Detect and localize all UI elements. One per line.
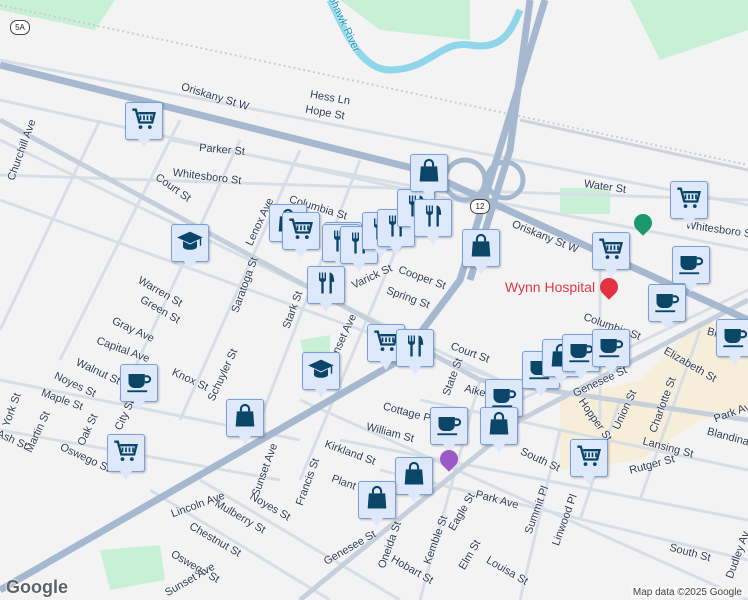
shopping-icon [415,157,443,190]
shopping-icon [467,232,495,265]
school-marker[interactable] [171,224,209,270]
school-icon [176,227,204,260]
shopping-icon [363,484,391,517]
cart-marker[interactable] [592,232,630,278]
shopping-icon [485,410,513,443]
shopping-icon [400,460,428,493]
map-canvas[interactable]: 5A 12 Mohawk River Oriskany St W Hess Ln H… [0,0,748,600]
coffee-marker[interactable] [672,246,710,292]
coffee-marker[interactable] [120,364,158,410]
coffee-icon [567,337,595,370]
cart-icon [287,215,315,248]
cart-icon [130,105,158,138]
cart-icon [675,184,703,217]
shopping-icon [231,402,259,435]
school-icon [307,355,335,388]
shopping-marker[interactable] [358,481,396,527]
coffee-marker[interactable] [716,319,748,365]
coffee-marker[interactable] [592,329,630,375]
coffee-marker[interactable] [430,407,468,453]
coffee-icon [597,332,625,365]
shopping-marker[interactable] [462,229,500,275]
coffee-icon [677,249,705,282]
shopping-marker[interactable] [410,154,448,200]
hospital-label[interactable]: Wynn Hospital [505,279,595,295]
restaurant-icon [419,202,447,235]
google-logo: Google [6,577,68,597]
shopping-marker[interactable] [395,457,433,503]
restaurant-marker[interactable] [414,199,452,245]
cart-marker[interactable] [670,181,708,227]
route-5a-shield: 5A [10,20,30,35]
shopping-marker[interactable] [226,399,264,445]
cart-icon [575,442,603,475]
restaurant-marker[interactable] [396,329,434,375]
route-12-shield: 12 [470,199,490,214]
coffee-icon [125,367,153,400]
shopping-marker[interactable] [480,407,518,453]
coffee-icon [653,287,681,320]
cart-icon [112,437,140,470]
school-marker[interactable] [302,352,340,398]
cart-icon [597,235,625,268]
map-attribution[interactable]: Map data ©2025 Google [630,587,744,598]
restaurant-icon [401,332,429,365]
restaurant-icon [312,269,340,302]
cart-marker[interactable] [570,439,608,485]
restaurant-marker[interactable] [307,266,345,312]
coffee-marker[interactable] [648,284,686,330]
cart-marker[interactable] [107,434,145,480]
cart-marker[interactable] [125,102,163,148]
cart-marker[interactable] [282,212,320,258]
coffee-icon [721,322,748,355]
coffee-icon [435,410,463,443]
